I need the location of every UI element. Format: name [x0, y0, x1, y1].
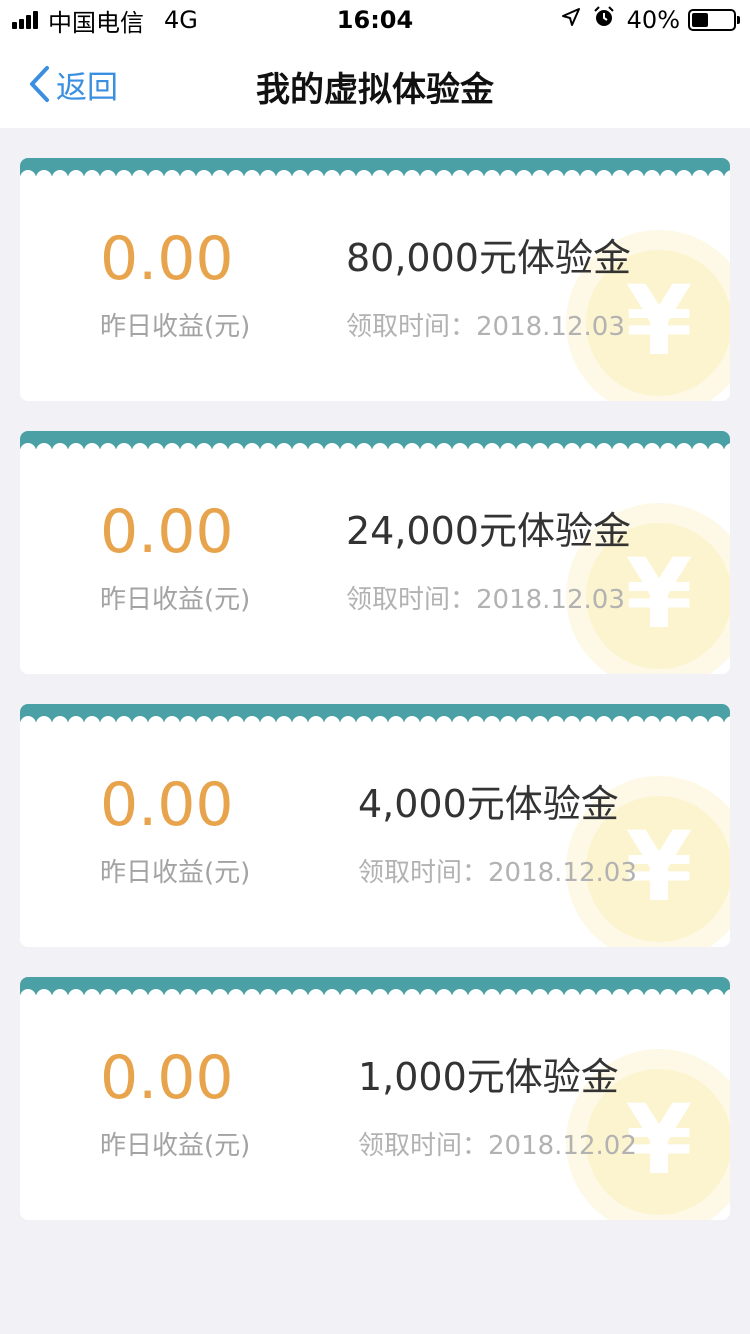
earnings-label: 昨日收益(元) — [100, 1131, 251, 1161]
voucher-card[interactable]: ¥ 0.00 昨日收益(元) 24,000元体验金 领取时间：2018.12.0… — [20, 431, 730, 674]
battery-fill — [692, 13, 708, 27]
battery-percent: 40% — [626, 6, 680, 34]
alarm-clock-icon — [593, 6, 615, 34]
earnings-label: 昨日收益(元) — [100, 858, 251, 888]
location-arrow-icon — [561, 7, 581, 33]
card-header-strip — [20, 977, 730, 997]
status-bar: 中国电信 4G 16:04 40% — [0, 0, 750, 40]
scallop-edge — [20, 170, 730, 178]
voucher-amount: 4,000元体验金 — [358, 782, 619, 826]
scallop-edge — [20, 716, 730, 724]
claim-time: 领取时间：2018.12.03 — [346, 585, 625, 615]
page-title: 我的虚拟体验金 — [256, 70, 494, 110]
voucher-amount: 1,000元体验金 — [358, 1055, 619, 1099]
earnings-label: 昨日收益(元) — [100, 312, 251, 342]
claim-time: 领取时间：2018.12.03 — [346, 312, 625, 342]
claim-time: 领取时间：2018.12.02 — [358, 1131, 637, 1161]
card-header-strip — [20, 704, 730, 724]
voucher-list: ¥ 0.00 昨日收益(元) 80,000元体验金 领取时间：2018.12.0… — [20, 158, 730, 1250]
yesterday-earnings: 0.00 — [100, 224, 234, 294]
voucher-amount: 24,000元体验金 — [346, 509, 631, 553]
status-right: 40% — [561, 6, 740, 34]
earnings-label: 昨日收益(元) — [100, 585, 251, 615]
nav-bar: 返回 我的虚拟体验金 — [0, 40, 750, 128]
yesterday-earnings: 0.00 — [100, 497, 234, 567]
scallop-edge — [20, 989, 730, 997]
yesterday-earnings: 0.00 — [100, 770, 234, 840]
claim-time: 领取时间：2018.12.03 — [358, 858, 637, 888]
voucher-card[interactable]: ¥ 0.00 昨日收益(元) 1,000元体验金 领取时间：2018.12.02 — [20, 977, 730, 1220]
yesterday-earnings: 0.00 — [100, 1043, 234, 1113]
battery-icon — [688, 9, 740, 31]
voucher-amount: 80,000元体验金 — [346, 236, 631, 280]
voucher-card[interactable]: ¥ 0.00 昨日收益(元) 80,000元体验金 领取时间：2018.12.0… — [20, 158, 730, 401]
scallop-edge — [20, 443, 730, 451]
card-header-strip — [20, 431, 730, 451]
card-header-strip — [20, 158, 730, 178]
voucher-card[interactable]: ¥ 0.00 昨日收益(元) 4,000元体验金 领取时间：2018.12.03 — [20, 704, 730, 947]
